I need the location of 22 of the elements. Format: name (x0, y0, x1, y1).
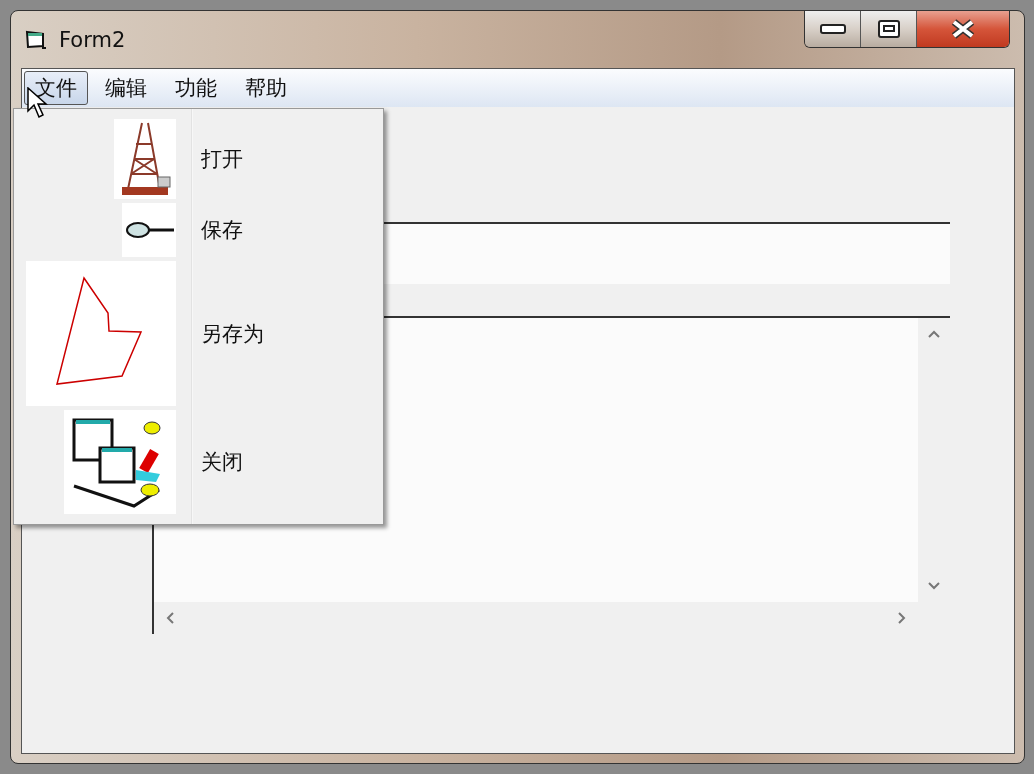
maximize-button[interactable] (861, 11, 917, 47)
window-title: Form2 (59, 27, 126, 52)
maximize-icon (876, 19, 901, 39)
close-button[interactable] (917, 11, 1009, 47)
menu-entry[interactable]: 另存为 (201, 319, 264, 348)
scroll-down-icon[interactable] (928, 582, 940, 590)
menu-entry[interactable]: 保存 (201, 216, 243, 244)
window-icon (25, 29, 47, 50)
menu-item[interactable]: 文件 (24, 71, 88, 105)
scroll-up-icon[interactable] (928, 330, 940, 338)
menu-entry[interactable]: 关闭 (201, 448, 243, 476)
menu-entry[interactable]: 打开 (201, 145, 243, 173)
close-icon (950, 19, 976, 39)
menu-item[interactable]: 编辑 (94, 71, 158, 105)
menu-item[interactable]: 帮助 (234, 71, 298, 105)
scroll-left-icon[interactable] (166, 612, 174, 624)
minimize-button[interactable] (805, 11, 861, 47)
magnifier-icon (122, 203, 176, 257)
scroll-right-icon[interactable] (898, 612, 906, 624)
tower-icon (114, 119, 176, 199)
minimize-icon (819, 24, 846, 34)
menu-item[interactable]: 功能 (164, 71, 228, 105)
